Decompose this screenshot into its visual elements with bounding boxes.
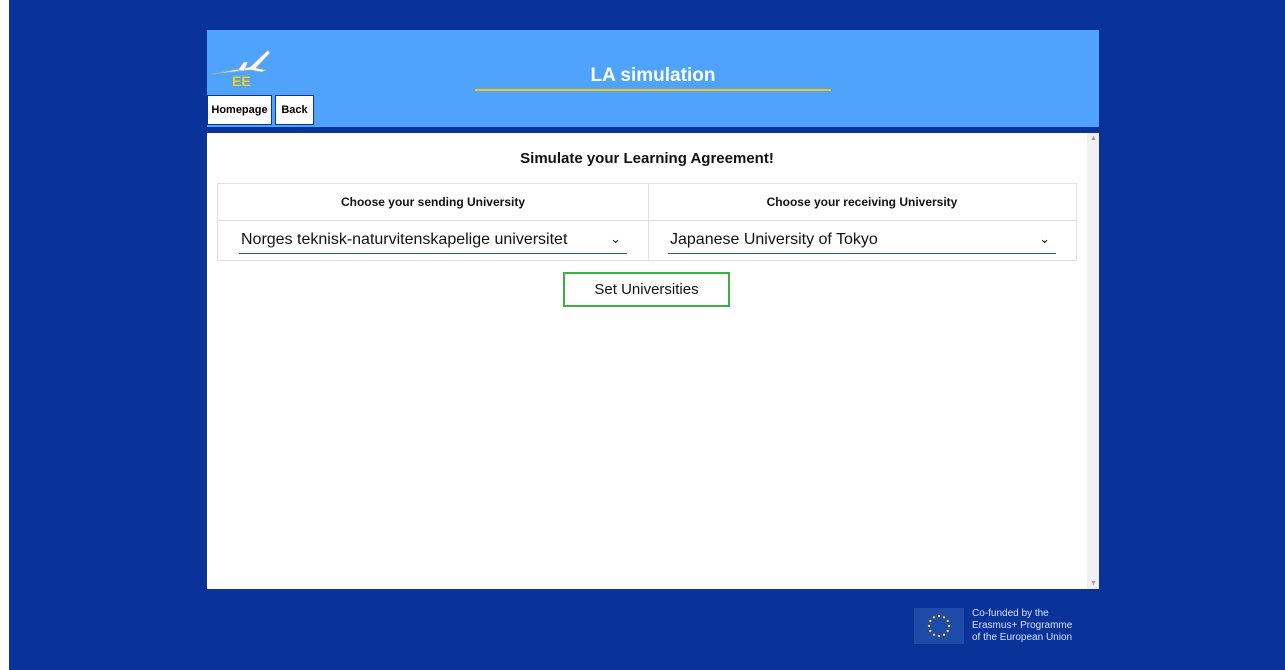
sending-label: Choose your sending University — [218, 184, 648, 221]
chevron-down-icon: ⌄ — [610, 231, 621, 246]
set-universities-button[interactable]: Set Universities — [563, 272, 730, 307]
receiving-university-select[interactable]: Japanese University of Tokyo ⌄ — [668, 231, 1056, 254]
vertical-scrollbar[interactable]: ▲ ▼ — [1087, 133, 1099, 589]
homepage-button[interactable]: Homepage — [207, 95, 272, 125]
scroll-up-arrow-icon[interactable]: ▲ — [1090, 135, 1097, 142]
eu-caption: Co-funded by the Erasmus+ Programme of t… — [972, 608, 1112, 644]
chevron-down-icon: ⌄ — [1039, 231, 1050, 246]
receiving-label: Choose your receiving University — [648, 184, 1076, 221]
eu-line-2: Erasmus+ Programme — [972, 620, 1073, 631]
scroll-down-arrow-icon[interactable]: ▼ — [1090, 580, 1097, 587]
receiving-university-value: Japanese University of Tokyo — [670, 231, 878, 248]
sending-university-select[interactable]: Norges teknisk-naturvitenskapelige unive… — [239, 231, 627, 254]
logo-text: EE — [232, 73, 251, 88]
eu-line-3: of the European Union — [972, 632, 1073, 643]
main-heading: Simulate your Learning Agreement! — [520, 150, 774, 167]
page-title: LA simulation — [590, 65, 716, 86]
header-bar: EE LA simulation Homepage Back — [207, 30, 1099, 127]
sending-column: Choose your sending University Norges te… — [218, 184, 649, 260]
left-edge — [0, 0, 9, 670]
title-underline — [475, 89, 831, 91]
eu-flag-icon — [914, 608, 964, 644]
main-content: Simulate your Learning Agreement! Choose… — [207, 133, 1099, 589]
eu-line-1: Co-funded by the — [972, 608, 1049, 619]
app-frame: EE LA simulation Homepage Back Simulate … — [207, 30, 1099, 589]
receiving-column: Choose your receiving University Japanes… — [648, 184, 1076, 260]
sending-university-value: Norges teknisk-naturvitenskapelige unive… — [241, 231, 568, 248]
back-button[interactable]: Back — [275, 95, 314, 125]
airplane-logo-icon: EE — [211, 49, 270, 88]
university-table: Choose your sending University Norges te… — [217, 183, 1077, 261]
